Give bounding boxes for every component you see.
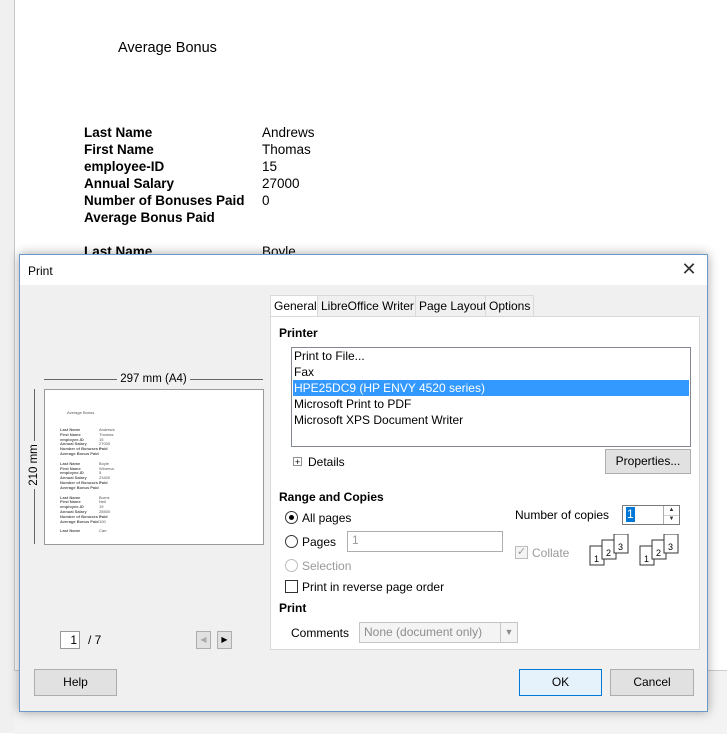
details-label: Details [308,455,345,469]
preview-row-key: Average Bonus Paid [60,484,99,490]
help-button[interactable]: Help [34,669,117,696]
pages-radio[interactable] [285,535,298,548]
cancel-button[interactable]: Cancel [610,669,694,696]
copies-label: Number of copies [515,508,610,522]
close-icon[interactable]: ✕ [679,259,699,279]
preview-row-key: Average Bonus Paid [60,451,99,456]
range-section-label: Range and Copies [279,490,384,504]
tab-general[interactable]: General [270,295,321,317]
reverse-order-label: Print in reverse page order [302,580,445,594]
copies-value: 1 [626,507,635,522]
print-preview: Average Bonus Last Name Andrews First Name… [44,389,264,545]
collate-icon-number: 1 [594,554,599,564]
collate-label: Collate [532,546,570,560]
selection-radio[interactable] [285,559,298,572]
properties-button[interactable]: Properties... [605,449,691,474]
copies-spin-buttons: ▲ ▼ [663,506,679,524]
comments-dropdown[interactable]: None (document only) ▼ [359,622,518,643]
document-title: Average Bonus [118,40,217,56]
all-pages-label: All pages [302,511,352,525]
printer-item[interactable]: Microsoft Print to PDF [293,396,689,412]
preview-row-value: 0 [99,446,102,452]
preview-row-value: 100 [99,518,106,524]
next-page-button[interactable]: ▶ [217,631,232,649]
reverse-order-checkbox[interactable] [285,580,298,593]
printer-item[interactable]: Print to File... [293,348,689,364]
selection-label: Selection [302,559,352,573]
printer-list[interactable]: Print to File... Fax HPE25DC9 (HP ENVY 4… [291,347,691,447]
printer-item[interactable]: Fax [293,364,689,380]
prev-page-button[interactable]: ◀ [196,631,211,649]
preview-row-key: Last Name [60,528,81,534]
printer-item[interactable]: Microsoft XPS Document Writer [293,412,689,428]
preview-page-input[interactable]: 1 [60,631,80,649]
preview-row-value: 2 [99,480,102,485]
collate-icon: 1 2 3 [639,534,679,566]
preview-title: Average Bonus [67,410,95,415]
expand-icon[interactable]: + [293,457,302,467]
collate-icon-number: 3 [668,542,673,552]
dialog-title: Print [28,264,53,278]
printer-item-selected[interactable]: HPE25DC9 (HP ENVY 4520 series) [293,380,689,396]
print-dialog: Print ✕ 297 mm (A4) 210 mm Average Bonus… [19,254,708,712]
tab-options[interactable]: Options [485,295,535,316]
tab-libreoffice-writer[interactable]: LibreOffice Writer [317,295,418,316]
all-pages-radio[interactable] [285,511,298,524]
preview-row-key: Average Bonus Paid [60,518,99,524]
collate-icon-number: 3 [618,542,623,552]
dialog-titlebar: Print ✕ [20,255,707,285]
collate-icon-number: 2 [656,548,661,558]
preview-width-dimension: 297 mm (A4) [44,373,263,385]
tab-page-layout[interactable]: Page Layout [415,295,491,316]
pages-label: Pages [302,535,337,549]
general-tab-panel: Printer Print to File... Fax HPE25DC9 (H… [270,316,700,650]
printer-section-label: Printer [279,326,318,340]
ok-button[interactable]: OK [519,669,602,696]
pages-input[interactable]: 1 [347,531,503,552]
comments-label: Comments [291,626,350,640]
preview-page-total: / 7 [88,633,102,647]
collate-icon: 1 2 3 [589,534,629,566]
preview-row-value: Carr [99,528,107,534]
collate-icon-number: 1 [644,554,649,564]
preview-height-dimension: 210 mm [28,389,40,544]
preview-width-label: 297 mm (A4) [117,373,190,385]
doc-left-margin [0,0,14,733]
chevron-down-icon[interactable]: ▼ [500,623,517,642]
spin-down-icon[interactable]: ▼ [664,515,679,524]
print-section-label: Print [279,601,307,615]
preview-height-label: 210 mm [28,441,40,489]
comments-value: None (document only) [364,625,483,639]
collate-checkbox[interactable]: ✓ [515,546,528,559]
collate-icon-number: 2 [606,548,611,558]
copies-spinbox[interactable]: 1 ▲ ▼ [622,505,680,525]
